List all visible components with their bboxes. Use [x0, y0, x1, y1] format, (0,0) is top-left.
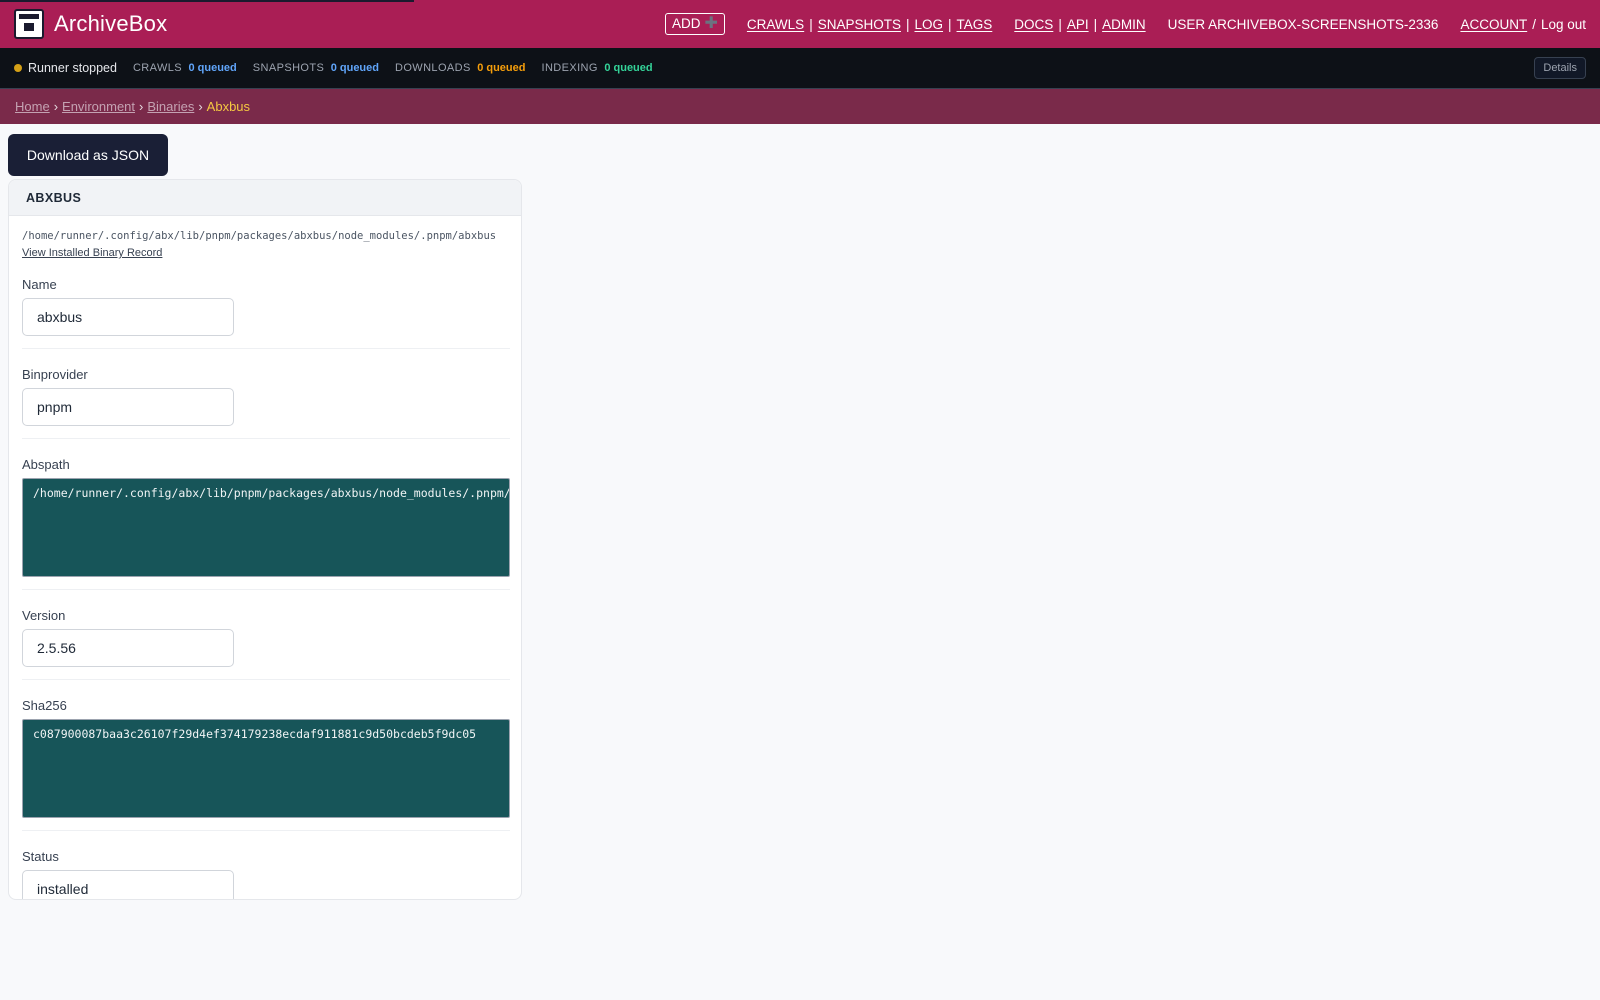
nav-group-main: CRAWLS | SNAPSHOTS | LOG | TAGS: [747, 17, 992, 32]
home-logo-link[interactable]: ArchiveBox: [14, 9, 167, 39]
nav-separator: |: [1058, 16, 1062, 32]
nav-admin[interactable]: ADMIN: [1102, 17, 1146, 32]
abspath-textarea[interactable]: /home/runner/.config/abx/lib/pnpm/packag…: [22, 478, 510, 577]
field-sha256: Sha256 c087900087baa3c26107f29d4ef374179…: [22, 698, 510, 831]
downloads-queue-label: DOWNLOADS: [395, 62, 471, 74]
nav-separator: |: [948, 16, 952, 32]
download-json-button[interactable]: Download as JSON: [8, 134, 168, 176]
field-abspath: Abspath /home/runner/.config/abx/lib/pnp…: [22, 457, 510, 590]
field-label: Binprovider: [22, 367, 88, 382]
snapshots-queue-value: 0 queued: [330, 62, 379, 74]
binprovider-input[interactable]: pnpm: [22, 388, 234, 426]
sha256-textarea[interactable]: c087900087baa3c26107f29d4ef374179238ecda…: [22, 719, 510, 818]
top-navbar: ArchiveBox ADD ✚ CRAWLS | SNAPSHOTS | LO…: [0, 0, 1600, 48]
breadcrumb: Home › Environment › Binaries › Abxbus: [0, 89, 1600, 124]
nav-account[interactable]: ACCOUNT: [1460, 17, 1527, 32]
status-input[interactable]: installed: [22, 870, 234, 899]
nav-separator: |: [905, 16, 910, 32]
field-name: Name abxbus: [22, 277, 510, 349]
nav-api[interactable]: API: [1067, 17, 1089, 32]
runner-status: Runner stopped: [14, 61, 117, 75]
nav-group-docs: DOCS | API | ADMIN: [1014, 17, 1145, 32]
field-label: Status: [22, 849, 59, 864]
name-input[interactable]: abxbus: [22, 298, 234, 336]
breadcrumb-home[interactable]: Home: [15, 99, 50, 114]
breadcrumb-separator: ›: [139, 99, 144, 114]
runner-status-text: Runner stopped: [28, 61, 117, 75]
nav-tags[interactable]: TAGS: [957, 17, 993, 32]
downloads-queue-value: 0 queued: [477, 62, 526, 74]
archivebox-logo-icon: [14, 9, 44, 39]
add-button[interactable]: ADD ✚: [665, 13, 725, 35]
crawls-queue-label: CRAWLS: [132, 62, 183, 74]
current-user-label: USER ARCHIVEBOX-SCREENSHOTS-2336: [1167, 16, 1439, 32]
nav-snapshots[interactable]: SNAPSHOTS: [818, 17, 901, 32]
field-version: Version 2.5.56: [22, 608, 510, 680]
version-input[interactable]: 2.5.56: [22, 629, 234, 667]
nav-separator: |: [1093, 16, 1098, 32]
add-button-label: ADD: [672, 16, 701, 31]
downloads-queue-stat: DOWNLOADS 0 queued: [395, 62, 525, 74]
binary-path-text: /home/runner/.config/abx/lib/pnpm/packag…: [22, 230, 497, 242]
snapshots-queue-stat: SNAPSHOTS 0 queued: [253, 62, 379, 74]
account-links: ACCOUNT / Log out: [1460, 17, 1586, 32]
breadcrumb-current: Abxbus: [206, 99, 251, 114]
nav-docs[interactable]: DOCS: [1014, 17, 1053, 32]
field-label: Name: [22, 277, 57, 292]
app-title: ArchiveBox: [54, 11, 168, 36]
field-binprovider: Binprovider pnpm: [22, 367, 510, 439]
orchestrator-status-bar: Runner stopped CRAWLS 0 queued SNAPSHOTS…: [0, 48, 1600, 89]
indexing-queue-value: 0 queued: [604, 62, 653, 74]
binary-fields: Name abxbus Binprovider pnpm Abspath /ho…: [22, 277, 510, 899]
main-nav: ADD ✚ CRAWLS | SNAPSHOTS | LOG | TAGS DO…: [665, 13, 1600, 35]
crawls-queue-value: 0 queued: [188, 62, 237, 74]
crawls-queue-stat: CRAWLS 0 queued: [133, 62, 237, 74]
field-label: Sha256: [22, 698, 67, 713]
field-status: Status installed: [22, 849, 510, 899]
details-button[interactable]: Details: [1534, 57, 1586, 79]
snapshots-queue-label: SNAPSHOTS: [252, 62, 325, 74]
breadcrumb-separator: ›: [198, 99, 203, 114]
field-label: Version: [22, 608, 66, 623]
page-load-progress: [0, 0, 414, 2]
field-label: Abspath: [22, 457, 70, 472]
nav-separator: |: [809, 16, 813, 32]
indexing-queue-stat: INDEXING 0 queued: [541, 62, 652, 74]
view-installed-binary-record-link[interactable]: View Installed Binary Record: [22, 247, 521, 259]
account-separator: /: [1532, 16, 1536, 32]
indexing-queue-label: INDEXING: [541, 62, 598, 74]
card-title: ABXBUS: [9, 180, 521, 216]
plus-icon: ✚: [704, 15, 718, 32]
logout-link[interactable]: Log out: [1541, 17, 1586, 32]
nav-log[interactable]: LOG: [915, 17, 944, 32]
breadcrumb-separator: ›: [53, 99, 59, 114]
breadcrumb-binaries[interactable]: Binaries: [147, 99, 194, 114]
binary-detail-card: ABXBUS /home/runner/.config/abx/lib/pnpm…: [8, 179, 522, 900]
breadcrumb-environment[interactable]: Environment: [62, 99, 135, 114]
nav-crawls[interactable]: CRAWLS: [747, 17, 804, 32]
runner-status-dot-icon: [14, 64, 22, 72]
